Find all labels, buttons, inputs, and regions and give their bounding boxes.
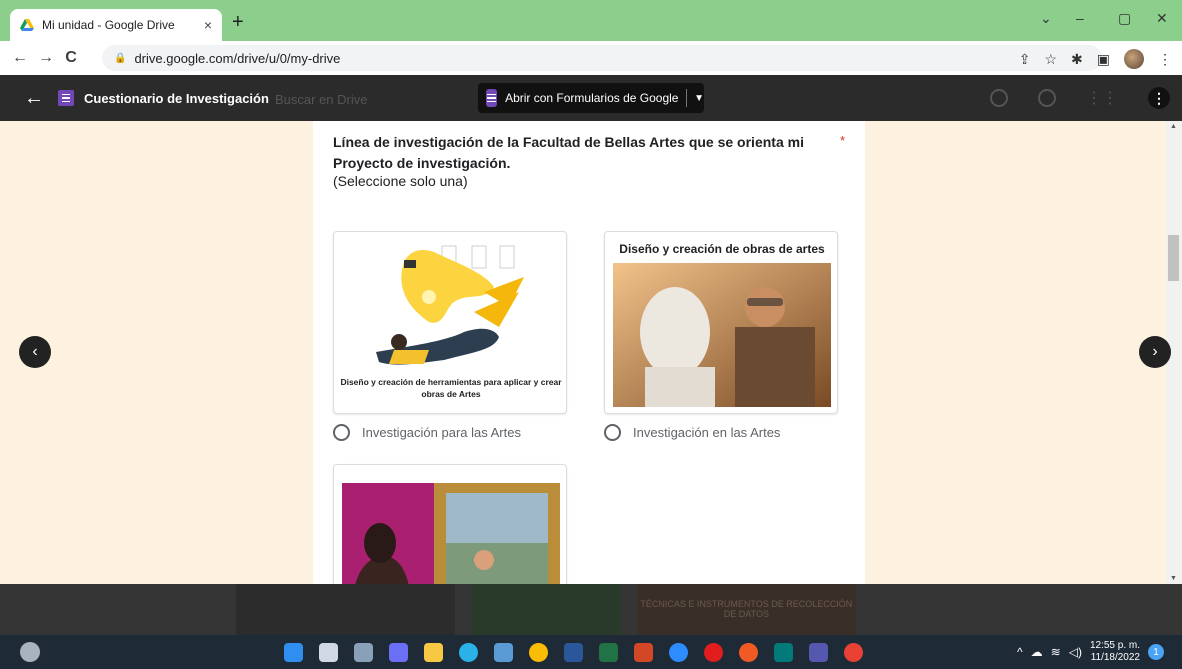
option-investigacion-para-las-artes[interactable]: Investigación para las Artes — [333, 424, 521, 441]
settings-icon — [1038, 89, 1056, 107]
onedrive-icon[interactable]: ☁ — [1031, 645, 1043, 659]
profile-avatar[interactable] — [1124, 49, 1144, 69]
file-title: Cuestionario de Investigación — [84, 90, 269, 106]
more-options-button[interactable]: ⋮ — [1148, 87, 1170, 109]
chrome-profile-icon[interactable] — [844, 642, 863, 662]
volume-icon[interactable]: ◁) — [1069, 645, 1082, 659]
task-view-icon[interactable] — [354, 642, 373, 662]
radio-button[interactable] — [604, 424, 621, 441]
minimize-button[interactable]: – — [1076, 10, 1084, 26]
google-forms-icon — [486, 89, 498, 107]
opera-icon[interactable] — [704, 642, 723, 662]
file-thumbnail-tecnicas: TÉCNICAS E INSTRUMENTOS DE RECOLECCIÓN D… — [636, 584, 856, 635]
chevron-up-icon[interactable]: ^ — [1017, 645, 1023, 659]
divider — [686, 89, 688, 107]
scroll-down-arrow-icon[interactable]: ▼ — [1170, 575, 1177, 582]
wifi-icon[interactable]: ≋ — [1051, 645, 1061, 659]
viewer-right-icons: ⋮⋮ ⋮ — [990, 87, 1170, 109]
search-icon[interactable] — [319, 642, 338, 662]
next-file-button[interactable]: › — [1139, 336, 1171, 368]
new-tab-button[interactable]: + — [232, 11, 244, 34]
taskbar-app-icons — [284, 635, 863, 669]
chat-icon[interactable] — [389, 642, 408, 662]
powerpoint-icon[interactable] — [634, 642, 653, 662]
required-asterisk: * — [839, 133, 845, 148]
option-investigacion-en-las-artes[interactable]: Investigación en las Artes — [604, 424, 780, 441]
open-with-label: Abrir con Formularios de Google — [505, 91, 679, 105]
teams-icon[interactable] — [809, 642, 828, 662]
tab-close-button[interactable]: × — [204, 17, 212, 33]
previous-file-button[interactable]: ‹ — [19, 336, 51, 368]
back-icon[interactable]: ← — [12, 49, 28, 67]
extensions-icon[interactable]: ✱ — [1071, 51, 1083, 68]
url-text: drive.google.com/drive/u/0/my-drive — [134, 50, 341, 66]
weather-icon[interactable] — [20, 642, 40, 662]
browser-tab-bar: Mi unidad - Google Drive × + ⌄ – ▢ ✕ — [0, 0, 1182, 41]
viewer-back-button[interactable]: ← — [24, 87, 44, 110]
brave-icon[interactable] — [739, 642, 758, 662]
close-window-button[interactable]: ✕ — [1156, 10, 1168, 27]
share-icon[interactable]: ⇪ — [1019, 51, 1031, 68]
option-label: Investigación en las Artes — [633, 425, 781, 440]
chevron-right-icon: › — [1152, 343, 1158, 360]
form-question-card: Línea de investigación de la Facultad de… — [313, 121, 865, 584]
clock-time: 12:55 p. m. — [1089, 640, 1140, 651]
clock[interactable]: 12:55 p. m. 11/18/2022 — [1090, 640, 1140, 664]
scroll-up-arrow-icon[interactable]: ▲ — [1170, 123, 1177, 130]
file-thumbnail — [236, 584, 456, 635]
help-icon — [990, 89, 1008, 107]
sidepanel-icon[interactable]: ▣ — [1097, 51, 1110, 68]
sculptor-photo — [613, 263, 831, 407]
url-field[interactable]: 🔒 drive.google.com/drive/u/0/my-drive — [102, 45, 1102, 71]
museum-painting-photo — [342, 483, 560, 584]
question-title: Línea de investigación de la Facultad de… — [333, 134, 804, 171]
dropdown-caret-icon[interactable]: ▼ — [694, 93, 704, 104]
file-explorer-icon[interactable] — [424, 642, 443, 662]
option-1-image-caption: Diseño y creación de herramientas para a… — [340, 377, 562, 399]
excel-icon[interactable] — [599, 642, 618, 662]
google-forms-icon — [58, 90, 74, 106]
bookmark-star-icon[interactable]: ☆ — [1044, 51, 1057, 68]
document-preview[interactable]: Línea de investigación de la Facultad de… — [0, 121, 1166, 584]
screen: Mi unidad - Google Drive × + ⌄ – ▢ ✕ ← →… — [0, 0, 1182, 669]
drive-file-thumbnails: TÉCNICAS E INSTRUMENTOS DE RECOLECCIÓN D… — [236, 584, 856, 635]
chevron-left-icon: ‹ — [32, 343, 38, 360]
tab-title: Mi unidad - Google Drive — [42, 18, 175, 32]
windows-taskbar: ^ ☁ ≋ ◁) 12:55 p. m. 11/18/2022 1 — [0, 635, 1182, 669]
address-bar-row: ← → C 🔒 drive.google.com/drive/u/0/my-dr… — [0, 41, 1182, 75]
clock-date: 11/18/2022 — [1090, 652, 1140, 663]
option-image-2: Diseño y creación de obras de artes — [604, 231, 838, 414]
edge-icon[interactable] — [459, 642, 478, 662]
option-image-1: Diseño y creación de herramientas para a… — [333, 231, 567, 414]
radio-button[interactable] — [333, 424, 350, 441]
restore-button[interactable]: ▢ — [1118, 10, 1131, 27]
lock-icon: 🔒 — [114, 52, 127, 64]
tab-search-icon[interactable]: ⌄ — [1040, 10, 1052, 27]
apps-grid-icon: ⋮⋮ — [1086, 90, 1118, 107]
scroll-thumb[interactable] — [1168, 235, 1179, 281]
store-icon[interactable] — [494, 642, 513, 662]
publisher-icon[interactable] — [774, 642, 793, 662]
drive-search-behind: Buscar en Drive — [275, 92, 368, 107]
option-label: Investigación para las Artes — [362, 425, 521, 440]
chrome-menu-icon[interactable]: ⋮ — [1158, 51, 1172, 68]
zoom-icon[interactable] — [669, 642, 688, 662]
toolbar-icons: ⇪ ☆ ✱ ▣ ⋮ — [1019, 49, 1172, 69]
browser-tab[interactable]: Mi unidad - Google Drive × — [10, 9, 222, 41]
reload-icon[interactable]: C — [64, 49, 78, 67]
notification-badge[interactable]: 1 — [1148, 644, 1164, 660]
option-image-3 — [333, 464, 567, 584]
system-tray: ^ ☁ ≋ ◁) 12:55 p. m. 11/18/2022 1 — [1017, 635, 1164, 669]
open-with-forms-button[interactable]: Abrir con Formularios de Google ▼ — [478, 83, 704, 113]
question-instruction: (Seleccione solo una) — [333, 173, 468, 189]
word-icon[interactable] — [564, 642, 583, 662]
windows-start-icon[interactable] — [284, 642, 303, 662]
chrome-icon[interactable] — [529, 642, 548, 662]
forward-icon[interactable]: → — [38, 49, 54, 67]
google-drive-icon — [20, 19, 34, 31]
file-thumbnail — [471, 584, 621, 635]
